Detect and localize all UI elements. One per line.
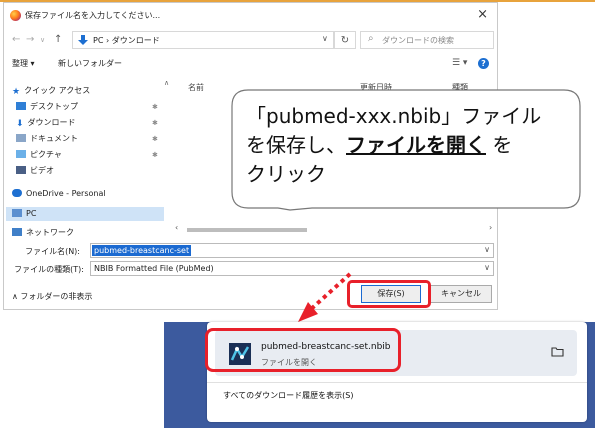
desktop-icon bbox=[16, 102, 26, 110]
sidebar-item-videos[interactable]: ビデオ bbox=[16, 165, 54, 176]
view-options-icon[interactable]: ☰ ▾ bbox=[452, 58, 467, 68]
sidebar-item-quick-access[interactable]: ★ クイック アクセス bbox=[12, 85, 90, 97]
instruction-callout: 「pubmed-xxx.nbib」ファイル を保存し、ファイルを開く を クリッ… bbox=[230, 88, 582, 212]
refresh-icon[interactable]: ↻ bbox=[334, 31, 356, 49]
save-button-highlight bbox=[347, 280, 431, 308]
download-folder-icon bbox=[78, 35, 88, 45]
title-bar: 保存ファイル名を入力してください... × bbox=[4, 3, 497, 27]
filename-row: ファイル名(N): pubmed-breastcanc-set ∨ bbox=[4, 243, 497, 259]
up-arrow-icon[interactable]: ↑ bbox=[54, 34, 62, 45]
pc-icon bbox=[12, 209, 22, 217]
chevron-down-icon[interactable]: ∨ bbox=[484, 245, 490, 254]
dotted-arrow-icon bbox=[298, 272, 352, 322]
column-name[interactable]: 名前 bbox=[188, 82, 204, 93]
folder-icon[interactable] bbox=[551, 346, 564, 357]
pin-icon[interactable]: ✱ bbox=[152, 135, 158, 143]
filetype-value: NBIB Formatted File (PubMed) bbox=[94, 264, 214, 273]
toolbar: 整理 ▾ 新しいフォルダー ☰ ▾ ? bbox=[4, 55, 497, 73]
help-icon[interactable]: ? bbox=[478, 58, 489, 69]
navigation-row: ← → ∨ ↑ PC › ダウンロード ∨ ↻ ⌕ ダウンロードの検索 bbox=[4, 29, 497, 51]
chevron-down-icon[interactable]: ∨ bbox=[484, 263, 490, 272]
filename-value: pubmed-breastcanc-set bbox=[92, 245, 192, 256]
download-icon: ⬇ bbox=[16, 119, 24, 129]
sidebar-item-downloads[interactable]: ⬇ ダウンロード bbox=[16, 117, 76, 129]
sidebar-item-pictures[interactable]: ピクチャ bbox=[16, 149, 62, 160]
pin-icon[interactable]: ✱ bbox=[152, 151, 158, 159]
chevron-down-icon[interactable]: ∨ bbox=[322, 34, 328, 43]
horizontal-scrollbar[interactable]: ‹ › bbox=[167, 223, 497, 235]
pin-icon[interactable]: ✱ bbox=[152, 103, 158, 111]
callout-line-1: 「pubmed-xxx.nbib」ファイル bbox=[246, 104, 542, 128]
search-icon: ⌕ bbox=[368, 33, 374, 44]
organize-button[interactable]: 整理 ▾ bbox=[12, 58, 35, 69]
sidebar-item-network[interactable]: ネットワーク bbox=[12, 227, 74, 238]
recent-chevron-icon[interactable]: ∨ bbox=[40, 36, 45, 44]
document-icon bbox=[16, 134, 26, 142]
search-placeholder: ダウンロードの検索 bbox=[382, 36, 454, 45]
scroll-right-icon[interactable]: › bbox=[489, 223, 492, 232]
filetype-label: ファイルの種類(T): bbox=[14, 265, 84, 274]
show-all-downloads-link[interactable]: すべてのダウンロード履歴を表示(S) bbox=[223, 390, 353, 401]
callout-text: 「pubmed-xxx.nbib」ファイル を保存し、ファイルを開く を クリッ… bbox=[246, 102, 576, 189]
star-icon: ★ bbox=[12, 87, 21, 97]
navigation-pane: ★ クイック アクセス デスクトップ ✱ ⬇ ダウンロード ✱ ドキュメント ✱ ピ… bbox=[4, 77, 166, 237]
address-bar[interactable]: PC › ダウンロード ∨ bbox=[72, 31, 334, 49]
filename-label: ファイル名(N): bbox=[25, 247, 80, 256]
sidebar-item-documents[interactable]: ドキュメント bbox=[16, 133, 78, 144]
sidebar-item-pc[interactable]: PC bbox=[12, 209, 36, 218]
filename-field[interactable]: pubmed-breastcanc-set ∨ bbox=[90, 243, 494, 258]
divider bbox=[207, 382, 587, 383]
scroll-left-icon[interactable]: ‹ bbox=[175, 223, 178, 232]
pin-icon[interactable]: ✱ bbox=[152, 119, 158, 127]
download-entry-highlight bbox=[205, 328, 401, 372]
hide-folders-toggle[interactable]: ∧ フォルダーの非表示 bbox=[12, 291, 92, 302]
forward-arrow-icon[interactable]: → bbox=[26, 34, 34, 45]
scrollbar-thumb[interactable] bbox=[187, 228, 307, 232]
close-icon[interactable]: × bbox=[477, 7, 488, 22]
cancel-button[interactable]: キャンセル bbox=[430, 285, 492, 303]
address-path: PC › ダウンロード bbox=[93, 36, 160, 45]
open-file-emphasis: ファイルを開く bbox=[346, 133, 486, 157]
callout-line-2: を保存し、ファイルを開く を bbox=[246, 133, 513, 157]
back-arrow-icon[interactable]: ← bbox=[12, 34, 20, 45]
picture-icon bbox=[16, 150, 26, 158]
callout-line-3: クリック bbox=[246, 162, 326, 186]
sidebar-item-desktop[interactable]: デスクトップ bbox=[16, 101, 78, 112]
scroll-up-icon[interactable]: ∧ bbox=[164, 79, 169, 87]
sidebar-item-onedrive[interactable]: OneDrive - Personal bbox=[12, 189, 106, 198]
new-folder-button[interactable]: 新しいフォルダー bbox=[58, 58, 122, 69]
video-icon bbox=[16, 166, 26, 174]
cloud-icon bbox=[12, 189, 22, 197]
filetype-row: ファイルの種類(T): NBIB Formatted File (PubMed)… bbox=[4, 261, 497, 277]
dialog-title: 保存ファイル名を入力してください... bbox=[25, 11, 161, 20]
search-input[interactable]: ⌕ ダウンロードの検索 bbox=[360, 31, 494, 49]
firefox-icon bbox=[10, 10, 21, 21]
network-icon bbox=[12, 228, 22, 236]
